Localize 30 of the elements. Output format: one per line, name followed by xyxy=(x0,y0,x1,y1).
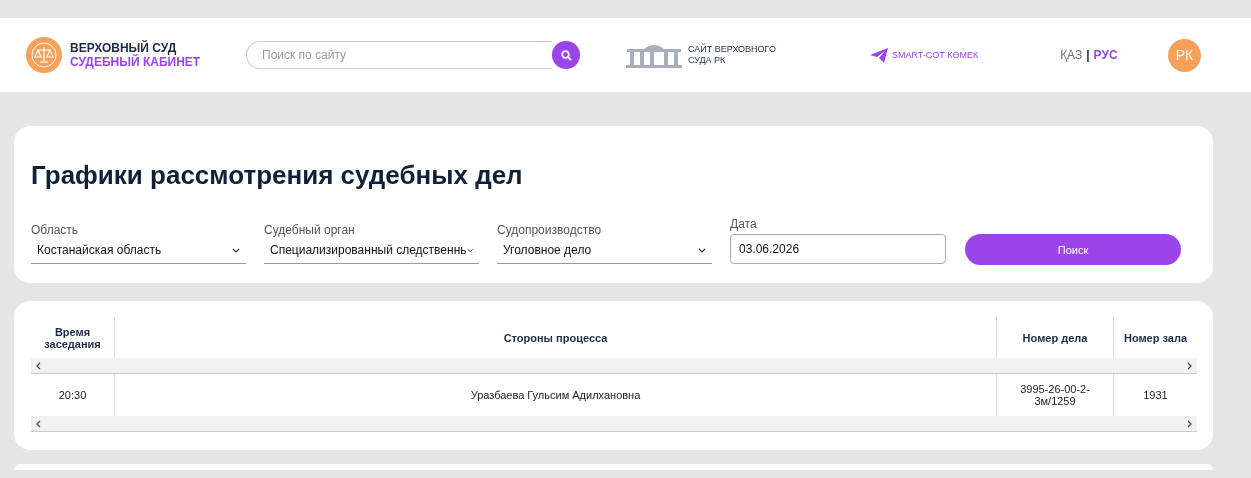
supreme-court-link[interactable]: САЙТ ВЕРХОВНОГО СУДА РК xyxy=(688,44,778,66)
paper-plane-icon xyxy=(870,47,888,63)
date-field[interactable]: 03.06.2026 xyxy=(730,234,946,264)
search-field[interactable]: Поиск по сайту xyxy=(246,41,552,69)
filter-label: Судопроизводство xyxy=(497,223,603,237)
search-icon xyxy=(560,49,572,61)
chevron-down-icon xyxy=(698,247,706,253)
column-header: Время заседания xyxy=(43,324,102,352)
filter-label: Область xyxy=(31,223,80,237)
search-button[interactable] xyxy=(552,41,580,69)
language-link[interactable]: РУС xyxy=(1093,48,1118,62)
scroll-right-icon[interactable] xyxy=(1187,419,1193,428)
filter-label: Дата xyxy=(730,217,758,231)
chevron-down-icon xyxy=(232,247,240,253)
scroll-left-icon[interactable] xyxy=(35,419,41,428)
search-submit-button[interactable]: Поиск xyxy=(965,234,1181,265)
smart-sot-link[interactable]: SMART-СОТ КӨМЕК xyxy=(870,47,979,63)
language-link[interactable]: ҚАЗ xyxy=(1060,48,1083,62)
scroll-left-icon[interactable] xyxy=(35,361,41,370)
page-title: Графики рассмотрения судебных дел xyxy=(31,160,524,191)
language-separator: | xyxy=(1086,48,1090,62)
brand-subtitle: СУДЕБНЫЙ КАБИНЕТ xyxy=(70,55,201,69)
table-cell-text: 20:30 xyxy=(57,388,88,403)
filter-label: Судебный орган xyxy=(264,223,356,237)
filter-dropdown[interactable]: Специализированный следственнь xyxy=(264,240,479,264)
filter-dropdown[interactable]: Костанайская область xyxy=(31,240,246,264)
scroll-right-icon[interactable] xyxy=(1187,361,1193,370)
filter-dropdown[interactable]: Уголовное дело xyxy=(497,240,712,264)
brand-title: ВЕРХОВНЫЙ СУД xyxy=(70,41,178,55)
chevron-down-icon xyxy=(466,247,473,253)
